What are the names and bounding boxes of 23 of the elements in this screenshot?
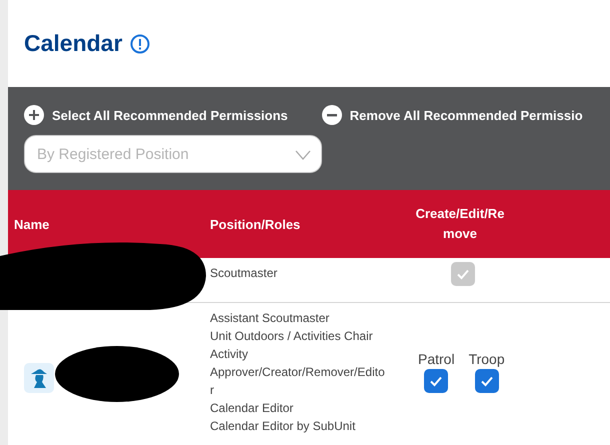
page-title: Calendar xyxy=(24,30,122,57)
plus-icon xyxy=(24,105,44,125)
select-all-button[interactable]: Select All Recommended Permissions xyxy=(24,105,288,125)
role-text: Calendar Editor xyxy=(210,400,294,417)
check-icon xyxy=(429,374,444,388)
role-text: Activity Approver/Creator/Remover/Editor xyxy=(210,346,386,399)
minus-icon xyxy=(322,105,342,125)
column-header: Create/Edit/Remove xyxy=(414,205,506,243)
checkbox-label: Troop xyxy=(468,351,505,367)
role-text: Unit Outdoors / Activities Chair xyxy=(210,328,374,345)
role-text: Assistant Scoutmaster xyxy=(210,310,330,327)
remove-all-button[interactable]: Remove All Recommended Permissio xyxy=(322,105,583,125)
role-text: Scoutmaster xyxy=(210,265,278,282)
position-dropdown[interactable]: By Registered Position xyxy=(24,135,322,173)
info-icon[interactable] xyxy=(130,34,150,54)
checkbox[interactable] xyxy=(474,369,499,393)
chevron-down-icon xyxy=(295,150,311,160)
checkbox[interactable] xyxy=(424,369,448,393)
checkbox-label: Patrol xyxy=(418,351,455,367)
role-text: Calendar Editor by SubUnit xyxy=(210,418,356,435)
check-icon xyxy=(456,267,470,281)
column-header: Position/Roles xyxy=(210,190,400,258)
check-icon xyxy=(480,374,494,388)
